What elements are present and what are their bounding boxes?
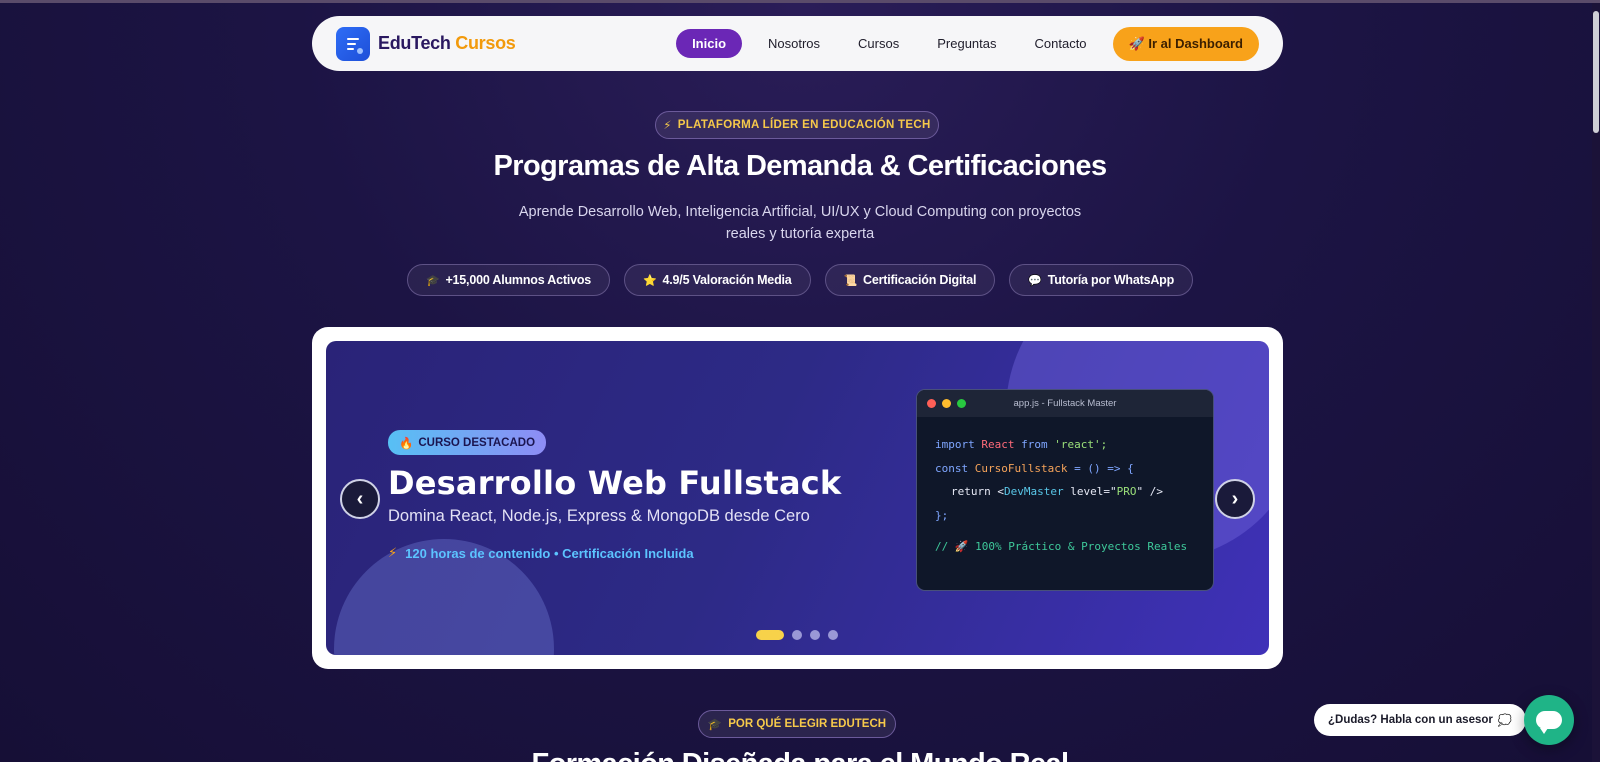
code-token: = () => { <box>1074 461 1134 475</box>
logo-icon <box>336 26 370 61</box>
stat-pill-label: Certificación Digital <box>863 273 977 287</box>
hero-badge: ⚡ PLATAFORMA LÍDER EN EDUCACIÓN TECH <box>655 111 939 139</box>
hero-subtitle: Aprende Desarrollo Web, Inteligencia Art… <box>518 204 1082 242</box>
code-token: level= <box>1070 485 1110 498</box>
nav-link-cursos[interactable]: Cursos <box>846 29 911 58</box>
section-title: Formación Diseñada para el Mundo Real <box>0 748 1600 762</box>
stat-pill-certification: 📜 Certificación Digital <box>824 264 996 296</box>
code-token: DevMaster <box>1004 485 1064 498</box>
code-token: CursoFullstack <box>974 461 1068 475</box>
code-editor-title: app.js - Fullstack Master <box>1013 398 1117 409</box>
section-badge-label: POR QUÉ ELEGIR EDUTECH <box>728 718 887 730</box>
brand-logo[interactable]: EduTech Cursos <box>336 26 516 61</box>
course-carousel: 🔥 CURSO DESTACADO Desarrollo Web Fullsta… <box>312 327 1283 669</box>
brand-name-main: EduTech <box>378 33 451 53</box>
nav-link-nosotros[interactable]: Nosotros <box>756 29 832 58</box>
carousel-next-button[interactable]: › <box>1215 479 1255 519</box>
scrollbar-thumb[interactable] <box>1593 11 1599 133</box>
slide-meta-label: 120 horas de contenido • Certificación I… <box>405 545 694 561</box>
code-token: < <box>997 485 1004 498</box>
code-token: import <box>935 438 975 451</box>
rocket-icon: 🚀 <box>1128 35 1145 51</box>
code-token: }; <box>935 508 949 522</box>
code-token: 'react'; <box>1054 438 1108 451</box>
lightning-icon: ⚡ <box>388 545 398 560</box>
code-token: return <box>951 485 991 498</box>
stat-pill-students: 🎓 +15,000 Alumnos Activos <box>406 264 611 296</box>
graduation-cap-icon: 🎓 <box>707 719 723 731</box>
dashboard-button-label: Ir al Dashboard <box>1148 35 1243 51</box>
chat-icon <box>1536 711 1562 734</box>
code-line: const CursoFullstack = () => { <box>935 457 1195 481</box>
nav-link-contacto[interactable]: Contacto <box>1023 29 1099 58</box>
carousel-slide[interactable]: 🔥 CURSO DESTACADO Desarrollo Web Fullsta… <box>326 341 1269 655</box>
dashboard-button[interactable]: 🚀 Ir al Dashboard <box>1112 26 1259 61</box>
code-token: " <box>1109 485 1117 498</box>
speech-bubble-icon: 💬 <box>1028 274 1042 287</box>
featured-course-badge-label: CURSO DESTACADO <box>418 436 536 449</box>
featured-course-badge: 🔥 CURSO DESTACADO <box>388 430 547 455</box>
stat-pill-rating: ⭐ 4.9/5 Valoración Media <box>624 264 811 296</box>
page-scrollbar[interactable] <box>1592 3 1600 762</box>
window-top-edge <box>0 0 1600 3</box>
brand-name: EduTech Cursos <box>378 33 516 54</box>
code-editor-window: app.js - Fullstack Master import React f… <box>916 389 1214 591</box>
nav-link-preguntas[interactable]: Preguntas <box>925 29 1008 58</box>
chat-open-button[interactable] <box>1524 695 1574 745</box>
code-line: import React from 'react'; <box>935 433 1195 457</box>
carousel-indicators <box>756 630 838 640</box>
code-line: // 🚀 100% Práctico & Proyectos Reales <box>935 535 1195 559</box>
section-badge: 🎓 POR QUÉ ELEGIR EDUTECH <box>698 710 896 738</box>
brand-name-accent: Cursos <box>455 33 516 53</box>
hero-badge-label: PLATAFORMA LÍDER EN EDUCACIÓN TECH <box>677 119 931 131</box>
hero-stats: 🎓 +15,000 Alumnos Activos ⭐ 4.9/5 Valora… <box>0 264 1600 296</box>
thought-bubble-icon: 💭 <box>1497 715 1513 727</box>
slide-title: Desarrollo Web Fullstack <box>388 464 842 502</box>
graduation-cap-icon: 🎓 <box>425 274 440 287</box>
star-icon: ⭐ <box>643 274 657 287</box>
code-token: " <box>1136 485 1144 498</box>
stat-pill-label: 4.9/5 Valoración Media <box>662 273 792 287</box>
slide-meta: ⚡ 120 horas de contenido • Certificación… <box>388 545 694 561</box>
code-token: PRO <box>1116 485 1137 498</box>
carousel-indicator-2[interactable] <box>792 630 802 640</box>
code-editor-titlebar: app.js - Fullstack Master <box>917 390 1213 417</box>
nav-links: Inicio Nosotros Cursos Preguntas Contact… <box>676 26 1259 61</box>
code-comment: // 🚀 100% Práctico & Proyectos Reales <box>935 540 1188 553</box>
carousel-indicator-3[interactable] <box>810 630 820 640</box>
carousel-indicator-4[interactable] <box>828 630 838 640</box>
code-line: return <DevMaster level="PRO" /> <box>935 480 1195 504</box>
chevron-right-icon: › <box>1231 487 1239 510</box>
code-token: from <box>1021 438 1048 451</box>
hero-title: Programas de Alta Demanda & Certificacio… <box>493 150 1108 182</box>
code-line: }; <box>935 504 1195 528</box>
chat-prompt-label: ¿Dudas? Habla con un asesor <box>1328 714 1493 726</box>
fire-icon: 🔥 <box>399 437 414 450</box>
stat-pill-label: +15,000 Alumnos Activos <box>445 273 592 287</box>
top-navbar: EduTech Cursos Inicio Nosotros Cursos Pr… <box>312 16 1283 71</box>
nav-link-inicio[interactable]: Inicio <box>676 29 743 58</box>
code-snippet: import React from 'react'; const CursoFu… <box>917 417 1213 575</box>
code-token: /> <box>1149 485 1163 498</box>
stat-pill-tutoring: 💬 Tutoría por WhatsApp <box>1009 264 1194 296</box>
chat-prompt-bubble[interactable]: ¿Dudas? Habla con un asesor 💭 <box>1314 704 1527 736</box>
carousel-indicator-1[interactable] <box>756 630 784 640</box>
scroll-icon: 📜 <box>843 274 858 287</box>
stat-pill-label: Tutoría por WhatsApp <box>1047 273 1175 287</box>
slide-subtitle: Domina React, Node.js, Express & MongoDB… <box>388 507 810 525</box>
code-token: const <box>935 461 969 475</box>
lightning-icon: ⚡ <box>663 120 672 132</box>
carousel-prev-button[interactable]: ‹ <box>340 479 380 519</box>
code-token: React <box>981 438 1015 451</box>
chevron-left-icon: ‹ <box>356 487 364 510</box>
